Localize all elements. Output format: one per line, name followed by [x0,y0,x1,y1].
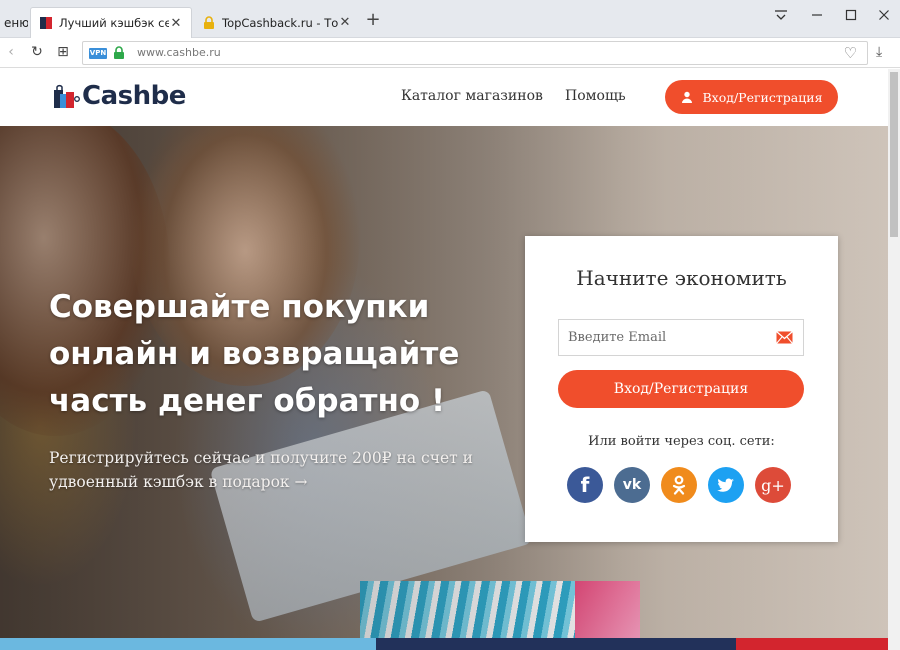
window-close-icon[interactable] [875,9,893,25]
bookmark-heart-icon[interactable]: ♡ [844,44,857,62]
browser-toolbar: ‹ ↻ ⊞ VPN www.cashbe.ru ♡ [0,38,900,68]
cashbe-logo-icon [54,84,80,108]
facebook-icon[interactable]: f [567,467,603,503]
browser-menu-icon[interactable] [772,9,790,25]
logo-text: Cashbe [82,81,186,111]
bottom-stripe-navy [376,638,736,650]
scrollbar-thumb[interactable] [890,72,898,237]
tab-title: TopCashback.ru - Топ луч [222,15,338,30]
new-tab-icon[interactable]: + [364,11,382,29]
social-login-label: Или войти через соц. сети: [588,434,775,449]
url-text[interactable]: www.cashbe.ru [137,46,221,59]
apps-grid-icon[interactable]: ⊞ [54,44,72,60]
logo[interactable]: Cashbe [50,81,186,111]
twitter-icon[interactable] [708,467,744,503]
header-login-label: Вход/Регистрация [702,89,823,105]
tab-close-icon[interactable]: ✕ [338,15,352,30]
bottom-stripe-red [736,638,888,650]
header-login-button[interactable]: Вход/Регистрация [665,80,838,114]
nav-catalog-link[interactable]: Каталог магазинов [401,88,543,104]
site-header: Cashbe Каталог магазинов Помощь Вход/Рег… [0,69,888,126]
user-icon [681,91,692,103]
nav-help-link[interactable]: Помощь [565,88,626,104]
vpn-badge[interactable]: VPN [89,48,107,59]
hero-title: Совершайте покупки онлайн и возвращайте … [49,289,460,419]
maximize-icon[interactable] [842,9,860,25]
odnoklassniki-icon[interactable] [661,467,697,503]
email-input[interactable] [558,319,804,356]
signup-button[interactable]: Вход/Регистрация [558,370,804,408]
browser-tab-bar: еню Лучший кэшбэк сервис С ✕ TopCashback… [0,0,900,38]
download-icon[interactable]: ⤓ [876,44,882,60]
minimize-icon[interactable] [808,9,826,25]
signup-title: Начните экономить [576,266,787,290]
back-icon[interactable]: ‹ [2,44,20,60]
browser-menu-label: еню [4,15,28,30]
signup-card: Начните экономить Вход/Регистрация Или в… [525,236,838,542]
vk-icon[interactable]: vk [614,467,650,503]
tab-cashbe[interactable]: Лучший кэшбэк сервис С ✕ [30,7,192,38]
cashbe-favicon-icon [40,17,52,29]
google-plus-icon[interactable]: g+ [755,467,791,503]
lock-favicon-icon [204,15,214,29]
bottom-stripe-blue [0,638,376,650]
tab-title: Лучший кэшбэк сервис С [59,16,169,30]
lock-icon[interactable] [113,46,125,60]
address-bar[interactable]: VPN www.cashbe.ru ♡ [82,41,868,65]
reload-icon[interactable]: ↻ [28,44,46,60]
tab-topcashback[interactable]: TopCashback.ru - Топ луч ✕ [194,7,360,38]
mail-icon [776,331,793,344]
hero-subtitle-link[interactable]: Регистрируйтесь сейчас и получите 200₽ н… [49,446,509,494]
tab-close-icon[interactable]: ✕ [169,16,183,31]
browser-menu-tab[interactable]: еню [0,7,28,38]
